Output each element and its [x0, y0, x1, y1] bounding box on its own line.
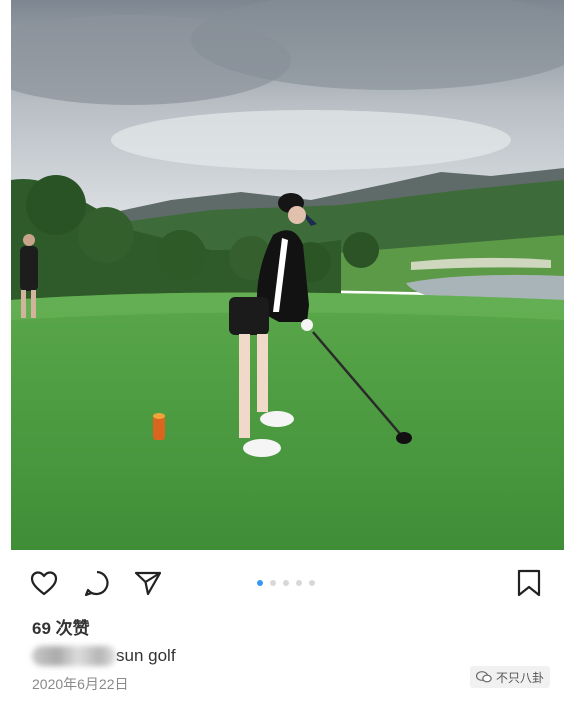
- golf-photo-illustration: [11, 0, 564, 550]
- post-photo[interactable]: [11, 0, 564, 550]
- carousel-dot[interactable]: [283, 580, 289, 586]
- wechat-watermark: 不只八卦: [470, 666, 551, 688]
- carousel-dot[interactable]: [309, 580, 315, 586]
- post-action-bar: [0, 562, 574, 606]
- carousel-indicator[interactable]: [257, 580, 315, 586]
- caption-text: sun golf: [116, 646, 176, 665]
- carousel-dot[interactable]: [270, 580, 276, 586]
- watermark-text: 不只八卦: [496, 670, 545, 685]
- carousel-dot-active[interactable]: [257, 580, 263, 586]
- wechat-icon: [476, 671, 492, 683]
- bookmark-icon[interactable]: [514, 568, 544, 598]
- post-date: 2020年6月22日: [32, 676, 129, 692]
- heart-icon[interactable]: [29, 568, 59, 598]
- blurred-username[interactable]: [32, 646, 116, 666]
- carousel-dot[interactable]: [296, 580, 302, 586]
- post-caption: sun golf: [32, 646, 176, 666]
- comment-icon[interactable]: [82, 568, 112, 598]
- share-icon[interactable]: [133, 568, 163, 598]
- like-count[interactable]: 69 次赞: [32, 614, 90, 639]
